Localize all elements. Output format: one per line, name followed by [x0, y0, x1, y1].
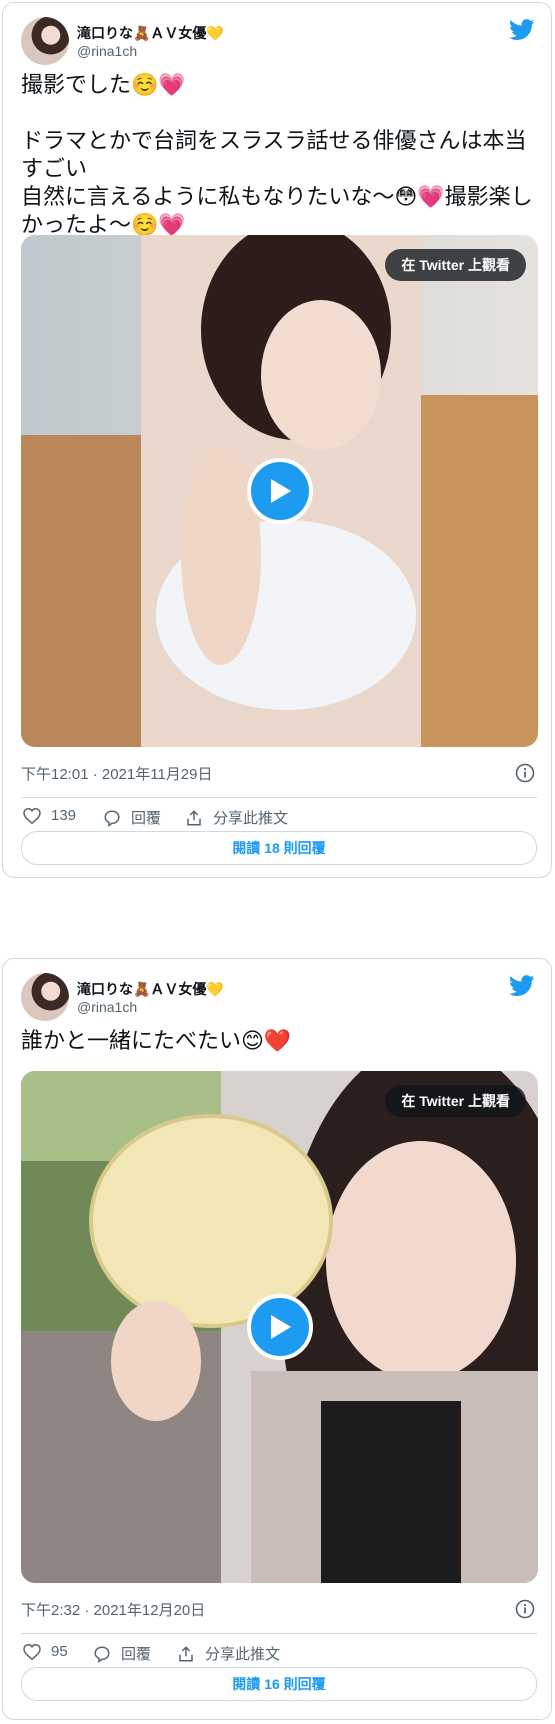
share-label: 分享此推文	[205, 1646, 281, 1663]
author-name[interactable]: 滝口りな🧸ＡＶ女優💛	[77, 979, 224, 999]
tweet-card[interactable]: 滝口りな🧸ＡＶ女優💛 @rina1ch 誰かと一緒にたべたい😊❤️ 在 Twit…	[2, 958, 552, 1720]
speech-bubble-icon	[94, 1645, 110, 1663]
tweet-text: 撮影でした☺️💗 ドラマとかで台詞をスラスラ話せる俳優さんは本当すごい 自然に言…	[21, 72, 533, 237]
tweet-card[interactable]: 滝口りな🧸ＡＶ女優💛 @rina1ch 撮影でした☺️💗 ドラマとかで台詞をスラ…	[2, 2, 552, 878]
heart-icon	[23, 807, 41, 824]
tweet-timestamp[interactable]: 下午2:32 · 2021年12月20日	[21, 1599, 205, 1620]
tweet-actions: 95 回覆 分享此推文	[21, 1643, 537, 1667]
author-handle[interactable]: @rina1ch	[77, 43, 137, 59]
video-thumbnail[interactable]: 在 Twitter 上觀看	[21, 235, 538, 747]
tweet-text: 誰かと一緒にたべたい😊❤️	[21, 1028, 292, 1053]
read-replies-button[interactable]: 閱讀 16 則回覆	[21, 1667, 537, 1701]
reply-label: 回覆	[121, 1646, 152, 1663]
author-name[interactable]: 滝口りな🧸ＡＶ女優💛	[77, 23, 224, 43]
reply-label: 回覆	[131, 810, 162, 827]
watch-on-twitter-button[interactable]: 在 Twitter 上觀看	[385, 249, 526, 281]
reply-button[interactable]: 回覆	[103, 807, 161, 828]
tweet-header: 滝口りな🧸ＡＶ女優💛 @rina1ch	[21, 17, 537, 65]
author-handle[interactable]: @rina1ch	[77, 999, 137, 1015]
avatar[interactable]	[21, 973, 69, 1021]
like-count: 139	[51, 807, 77, 824]
info-icon[interactable]	[515, 763, 535, 783]
speech-bubble-icon	[104, 809, 120, 827]
avatar[interactable]	[21, 17, 69, 65]
like-button[interactable]: 139	[23, 807, 76, 824]
share-button[interactable]: 分享此推文	[177, 1643, 280, 1664]
play-icon[interactable]	[246, 1294, 313, 1360]
tweet-actions: 139 回覆 分享此推文	[21, 807, 537, 831]
share-label: 分享此推文	[213, 810, 289, 827]
like-button[interactable]: 95	[23, 1643, 68, 1660]
tweet-timestamp[interactable]: 下午12:01 · 2021年11月29日	[21, 763, 213, 784]
divider	[21, 797, 537, 798]
read-replies-button[interactable]: 閱讀 18 則回覆	[21, 831, 537, 865]
play-glyph	[270, 1315, 291, 1339]
watch-on-twitter-button[interactable]: 在 Twitter 上觀看	[385, 1085, 526, 1117]
play-glyph	[270, 479, 291, 503]
twitter-bird-icon[interactable]	[509, 19, 535, 41]
tweet-header: 滝口りな🧸ＡＶ女優💛 @rina1ch	[21, 973, 537, 1021]
video-thumbnail[interactable]: 在 Twitter 上觀看	[21, 1071, 538, 1583]
info-icon[interactable]	[515, 1599, 535, 1619]
reply-button[interactable]: 回覆	[93, 1643, 151, 1664]
divider	[21, 1633, 537, 1634]
heart-icon	[23, 1643, 41, 1660]
twitter-bird-icon[interactable]	[509, 975, 535, 997]
share-button[interactable]: 分享此推文	[185, 807, 288, 828]
share-icon	[179, 1645, 193, 1661]
like-count: 95	[51, 1643, 68, 1660]
play-icon[interactable]	[246, 458, 313, 524]
share-icon	[187, 809, 201, 825]
